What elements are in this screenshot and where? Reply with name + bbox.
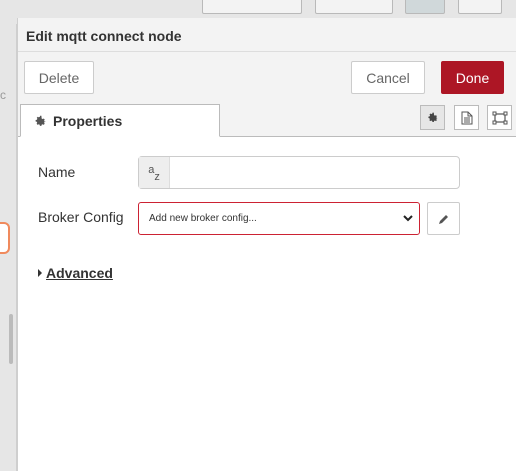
canvas-edge-text: c xyxy=(0,88,6,102)
document-icon xyxy=(461,111,472,124)
advanced-toggle[interactable]: Advanced xyxy=(38,265,113,281)
edit-broker-button[interactable] xyxy=(427,202,460,235)
broker-config-label: Broker Config xyxy=(38,209,124,225)
advanced-label: Advanced xyxy=(46,265,113,281)
tab-properties[interactable]: Properties xyxy=(20,104,220,137)
properties-panel: Name az Broker Config Add new broker con… xyxy=(18,137,516,471)
pencil-icon xyxy=(438,214,448,224)
tray-title: Edit mqtt connect node xyxy=(26,28,182,44)
edit-node-tray: Edit mqtt connect node Delete Cancel Don… xyxy=(17,18,516,471)
tab-settings[interactable] xyxy=(420,105,445,130)
editor-canvas-edge: c xyxy=(0,24,17,471)
chevron-down-icon xyxy=(403,215,413,222)
tray-header: Edit mqtt connect node xyxy=(18,18,516,52)
broker-config-selected: Add new broker config... xyxy=(149,213,257,224)
gear-icon xyxy=(428,112,438,122)
tab-properties-label: Properties xyxy=(53,112,123,129)
canvas-node-partial xyxy=(0,222,10,254)
canvas-scrollbar[interactable] xyxy=(9,314,13,364)
gear-icon xyxy=(35,115,46,126)
tab-appearance[interactable] xyxy=(487,105,512,130)
caret-right-icon xyxy=(38,269,42,277)
debug-button-background xyxy=(315,0,393,14)
appearance-icon xyxy=(492,111,507,124)
search-button-background xyxy=(202,0,302,14)
tray-toolbar: Delete Cancel Done xyxy=(18,52,516,101)
deploy-button-background xyxy=(405,0,445,14)
broker-config-select[interactable]: Add new broker config... xyxy=(138,202,420,235)
tab-description[interactable] xyxy=(454,105,479,130)
cancel-button[interactable]: Cancel xyxy=(351,61,425,94)
done-button[interactable]: Done xyxy=(441,61,504,94)
delete-button[interactable]: Delete xyxy=(24,61,94,94)
name-label: Name xyxy=(38,164,76,180)
name-field[interactable]: az xyxy=(138,156,460,189)
tray-tabs: Properties xyxy=(18,100,516,137)
name-input[interactable] xyxy=(170,157,459,188)
text-type-icon: az xyxy=(139,157,170,188)
save-button-background xyxy=(458,0,502,14)
